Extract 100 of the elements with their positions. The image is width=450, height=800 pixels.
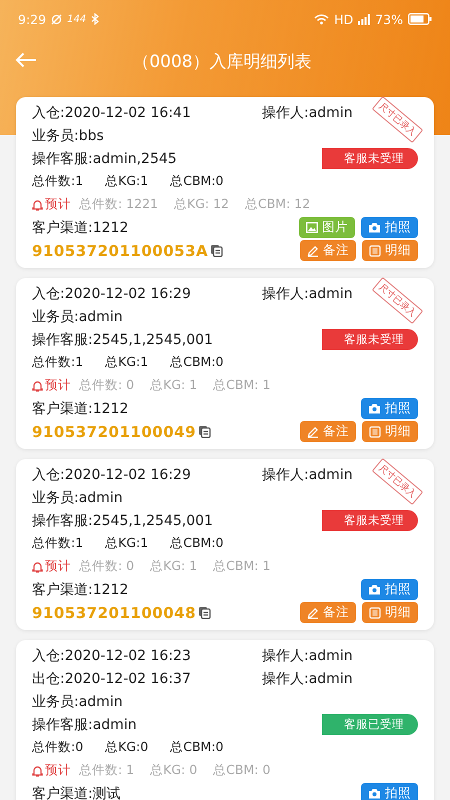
forecast-value: 总CBM: 0: [213, 762, 270, 779]
status-badge: 客服未受理: [322, 329, 418, 350]
total-label: 总CBM:0: [170, 173, 224, 190]
record-card[interactable]: 尺寸已录入 入仓:2020-12-02 16:29 操作人:admin 业务员:admin 操作客服:2545,1,2545,001 客服未受理 总件数:1 总KG:1 总CBM:0 预计 总件数: 0 总KG: 1 总CBM: 1 客户渠道:1212 拍照 910537201100049 备注 明细: [16, 278, 434, 449]
service-label: 操作客服:admin,2545: [32, 150, 177, 168]
forecast-label: 预计: [45, 377, 71, 394]
copy-icon[interactable]: [198, 425, 212, 438]
total-label: 总CBM:0: [170, 535, 224, 552]
record-card[interactable]: 尺寸已录入 入仓:2020-12-02 16:41 操作人:admin 业务员:bbs 操作客服:admin,2545 客服未受理 总件数:1 总KG:1 总CBM:0 预计 总件数: 1221 总KG: 12 总CBM: 12 客户渠道:1212 图片 拍照 910537201100053A 备注 明细: [16, 97, 434, 268]
forecast-value: 总KG: 1: [150, 558, 198, 575]
copy-icon[interactable]: [198, 606, 212, 619]
salesman-label: 业务员:admin: [32, 308, 123, 326]
bell-icon: [32, 764, 43, 776]
pencil-icon: [307, 426, 319, 438]
channel-label: 客户渠道:测试: [32, 784, 121, 800]
record-card[interactable]: 入仓:2020-12-02 16:23 操作人:admin 出仓:2020-12-02 16:37 操作人:admin 业务员:admin 操作客服:admin 客服已受理 总件数:0 总KG:0 总CBM:0 预计 总件数: 1 总KG: 0 总CBM: 0 客户渠道:测试 拍照: [16, 640, 434, 800]
note-button[interactable]: 备注: [300, 602, 356, 623]
time-label: 入仓:2020-12-02 16:41: [32, 104, 192, 122]
status-badge: 客服未受理: [322, 148, 418, 169]
total-label: 总件数:1: [32, 173, 84, 190]
channel-label: 客户渠道:1212: [32, 400, 128, 418]
battery-percent: 73%: [375, 12, 403, 26]
forecast-value: 总KG: 1: [150, 377, 198, 394]
wifi-icon: [314, 14, 330, 24]
forecast-value: 总件数: 0: [79, 377, 134, 394]
salesman-label: 业务员:admin: [32, 692, 123, 710]
detail-button[interactable]: 明细: [362, 421, 418, 442]
tracking-number: 910537201100048: [32, 604, 196, 622]
forecast-value: 总件数: 0: [79, 558, 134, 575]
signal-icon: [358, 14, 370, 24]
service-label: 操作客服:admin: [32, 716, 137, 734]
photo-button[interactable]: 拍照: [361, 398, 418, 419]
salesman-label: 业务员:admin: [32, 488, 123, 506]
service-label: 操作客服:2545,1,2545,001: [32, 512, 213, 530]
forecast-value: 总KG: 12: [174, 196, 229, 213]
photo-button[interactable]: 拍照: [361, 217, 418, 238]
photo-button[interactable]: 拍照: [361, 783, 418, 800]
time-label: 入仓:2020-12-02 16:23: [32, 646, 192, 664]
total-label: 总KG:1: [105, 173, 148, 190]
bell-icon: [32, 380, 43, 392]
total-label: 总KG:0: [105, 739, 148, 756]
bell-icon: [32, 560, 43, 572]
status-badge: 客服已受理: [322, 714, 418, 735]
forecast-value: 总CBM: 12: [244, 196, 310, 213]
detail-button[interactable]: 明细: [362, 602, 418, 623]
pencil-icon: [307, 244, 319, 256]
list-icon: [369, 606, 381, 618]
channel-label: 客户渠道:1212: [32, 218, 128, 236]
network-type: HD: [334, 12, 354, 26]
record-card[interactable]: 尺寸已录入 入仓:2020-12-02 16:29 操作人:admin 业务员:admin 操作客服:2545,1,2545,001 客服未受理 总件数:1 总KG:1 总CBM:0 预计 总件数: 0 总KG: 1 总CBM: 1 客户渠道:1212 拍照 910537201100048 备注 明细: [16, 459, 434, 630]
salesman-label: 业务员:bbs: [32, 126, 104, 144]
forecast-value: 总KG: 0: [150, 762, 198, 779]
service-label: 操作客服:2545,1,2545,001: [32, 330, 213, 348]
operator-label: 操作人:admin: [262, 284, 353, 302]
tracking-number: 910537201100049: [32, 422, 196, 440]
forecast-label: 预计: [45, 762, 71, 779]
copy-icon[interactable]: [210, 244, 224, 257]
total-label: 总件数:1: [32, 535, 84, 552]
note-button[interactable]: 备注: [300, 240, 356, 261]
list-icon: [369, 244, 381, 256]
tracking-number: 910537201100053A: [32, 242, 208, 260]
photo-button[interactable]: 拍照: [361, 579, 418, 600]
forecast-label: 预计: [45, 558, 71, 575]
camera-icon: [368, 403, 381, 414]
network-speed: 144: [67, 14, 86, 24]
operator-label: 操作人:admin: [262, 646, 353, 664]
time-label: 出仓:2020-12-02 16:37: [32, 670, 192, 688]
total-label: 总件数:1: [32, 354, 84, 371]
operator-label: 操作人:admin: [262, 466, 353, 484]
status-badge: 客服未受理: [322, 510, 418, 531]
list-icon: [369, 426, 381, 438]
mute-icon: [51, 14, 62, 24]
forecast-value: 总CBM: 1: [213, 558, 270, 575]
bell-icon: [32, 198, 43, 210]
forecast-label: 预计: [45, 196, 71, 213]
size-stamp: 尺寸已录入: [372, 276, 424, 324]
total-label: 总KG:1: [105, 354, 148, 371]
forecast-value: 总CBM: 1: [213, 377, 270, 394]
battery-icon: [408, 13, 432, 25]
camera-icon: [368, 788, 381, 799]
image-icon: [306, 222, 318, 233]
operator-label: 操作人:admin: [262, 104, 353, 122]
total-label: 总CBM:0: [170, 354, 224, 371]
page-title: （0008）入库明细列表: [131, 50, 313, 72]
bluetooth-icon: [91, 13, 100, 25]
picture-button[interactable]: 图片: [299, 217, 355, 238]
channel-label: 客户渠道:1212: [32, 580, 128, 598]
time-label: 入仓:2020-12-02 16:29: [32, 466, 192, 484]
forecast-value: 总件数: 1: [79, 762, 134, 779]
pencil-icon: [307, 606, 319, 618]
detail-button[interactable]: 明细: [362, 240, 418, 261]
total-label: 总KG:1: [105, 535, 148, 552]
status-time: 9:29: [18, 12, 46, 26]
forecast-value: 总件数: 1221: [79, 196, 158, 213]
operator-label: 操作人:admin: [262, 670, 353, 688]
camera-icon: [368, 584, 381, 595]
note-button[interactable]: 备注: [300, 421, 356, 442]
total-label: 总CBM:0: [170, 739, 224, 756]
total-label: 总件数:0: [32, 739, 84, 756]
camera-icon: [368, 222, 381, 233]
